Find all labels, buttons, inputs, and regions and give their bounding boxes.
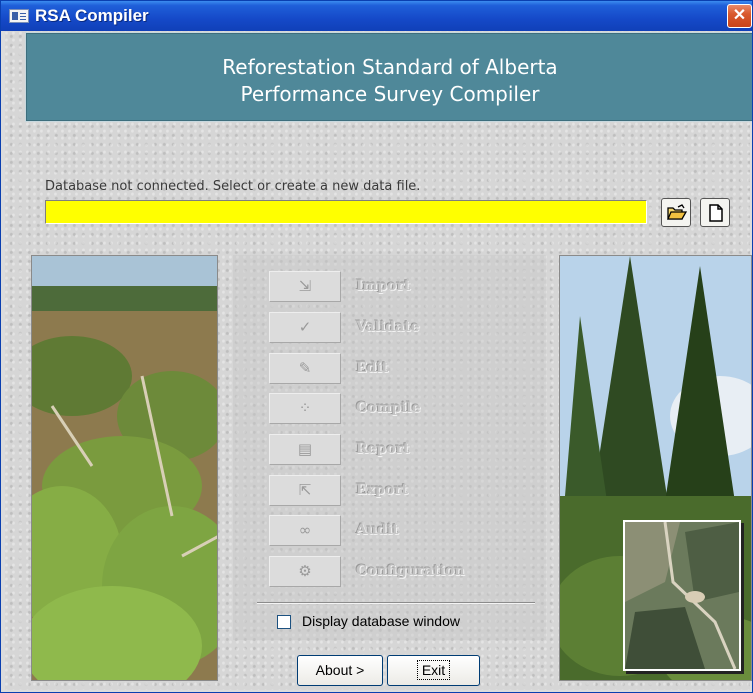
import-icon: ⇲ — [298, 277, 312, 295]
export-label[interactable]: Export — [356, 482, 408, 498]
about-button-label: About > — [315, 662, 365, 678]
validate-button[interactable]: ✓ — [269, 312, 341, 343]
database-path-field — [45, 200, 647, 224]
compile-label[interactable]: Compile — [356, 400, 421, 416]
new-file-button[interactable] — [700, 198, 730, 227]
import-button[interactable]: ⇲ — [269, 271, 341, 302]
rsa-compiler-window: RSA Compiler ✕ Reforestation Standard of… — [0, 0, 753, 693]
open-folder-icon — [667, 204, 687, 220]
configuration-icon: ⚙ — [298, 562, 312, 580]
report-label[interactable]: Report — [356, 441, 410, 457]
configuration-button[interactable]: ⚙ — [269, 556, 341, 587]
aerial-photo-inset — [623, 520, 741, 671]
export-icon: ⇱ — [298, 481, 312, 499]
new-file-icon — [709, 204, 723, 222]
validate-label[interactable]: Validate — [356, 319, 420, 335]
audit-button[interactable]: ∞ — [269, 515, 341, 546]
configuration-label[interactable]: Configuration — [356, 563, 465, 579]
validate-icon: ✓ — [298, 318, 312, 336]
about-button[interactable]: About > — [297, 655, 383, 686]
compile-icon: ⁘ — [298, 399, 312, 417]
close-icon: ✕ — [732, 7, 747, 24]
options-divider — [257, 602, 535, 604]
report-icon: ▤ — [297, 440, 313, 458]
close-button[interactable]: ✕ — [727, 4, 752, 28]
compile-button[interactable]: ⁘ — [269, 393, 341, 424]
banner-title-line2: Performance Survey Compiler — [240, 82, 540, 106]
banner: Reforestation Standard of Alberta Perfor… — [25, 32, 752, 122]
export-button[interactable]: ⇱ — [269, 475, 341, 506]
report-button[interactable]: ▤ — [269, 434, 341, 465]
open-file-button[interactable] — [661, 198, 691, 227]
regeneration-photo-left — [31, 255, 218, 681]
display-database-label[interactable]: Display database window — [302, 613, 460, 629]
binoculars-icon: ∞ — [298, 521, 312, 539]
edit-icon: ✎ — [298, 359, 312, 377]
window-title: RSA Compiler — [35, 6, 149, 25]
banner-title-line1: Reforestation Standard of Alberta — [222, 55, 558, 79]
import-label[interactable]: Import — [356, 278, 410, 294]
database-status-label: Database not connected. Select or create… — [45, 179, 421, 194]
form-icon — [9, 9, 29, 23]
display-database-checkbox[interactable] — [277, 615, 291, 629]
exit-button-label: Exit — [416, 660, 451, 680]
exit-button[interactable]: Exit — [387, 655, 480, 686]
edit-label[interactable]: Edit — [356, 360, 388, 376]
audit-label[interactable]: Audit — [356, 522, 399, 538]
title-bar[interactable]: RSA Compiler ✕ — [1, 1, 752, 31]
edit-button[interactable]: ✎ — [269, 353, 341, 384]
forest-photo-right — [559, 255, 752, 681]
